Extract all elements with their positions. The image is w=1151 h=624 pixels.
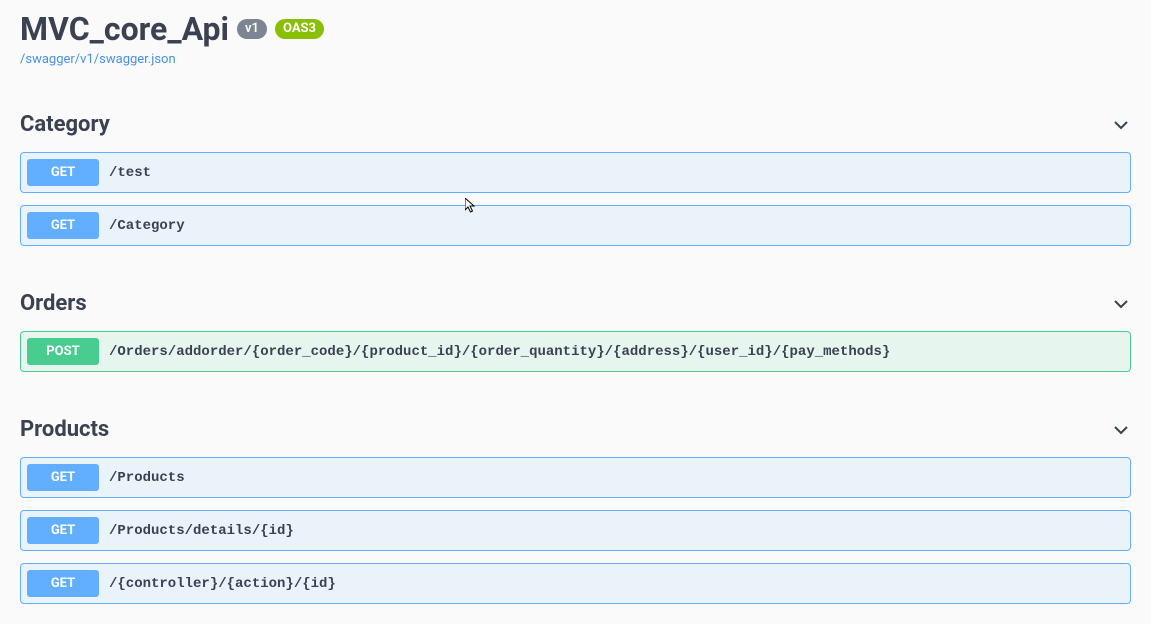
tag-header[interactable]: Products bbox=[20, 407, 1131, 452]
operation-block[interactable]: GET /Products bbox=[20, 457, 1131, 498]
http-method-badge: GET bbox=[27, 212, 99, 239]
title-row: MVC_core_Api v1 OAS3 bbox=[20, 10, 1131, 48]
operation-block[interactable]: GET /test bbox=[20, 152, 1131, 193]
tag-name: Orders bbox=[20, 291, 87, 316]
endpoint-path: /Orders/addorder/{order_code}/{product_i… bbox=[109, 344, 890, 360]
operation-block[interactable]: POST /Orders/addorder/{order_code}/{prod… bbox=[20, 331, 1131, 372]
chevron-down-icon bbox=[1111, 115, 1131, 135]
endpoint-path: /{controller}/{action}/{id} bbox=[109, 576, 336, 592]
tag-name: Category bbox=[20, 112, 110, 137]
tag-name: Products bbox=[20, 417, 109, 442]
version-badge: v1 bbox=[237, 19, 267, 39]
endpoint-path: /test bbox=[109, 165, 151, 181]
swagger-json-link[interactable]: /swagger/v1/swagger.json bbox=[20, 52, 176, 67]
operation-block[interactable]: GET /{controller}/{action}/{id} bbox=[20, 563, 1131, 604]
http-method-badge: POST bbox=[27, 338, 99, 365]
operation-block[interactable]: GET /Products/details/{id} bbox=[20, 510, 1131, 551]
tag-header[interactable]: Category bbox=[20, 102, 1131, 147]
tag-section: Products GET /Products GET /Products/det… bbox=[20, 407, 1131, 604]
tag-header[interactable]: Orders bbox=[20, 281, 1131, 326]
tag-section: Category GET /test GET /Category bbox=[20, 102, 1131, 246]
operations-list: POST /Orders/addorder/{order_code}/{prod… bbox=[20, 331, 1131, 372]
operations-list: GET /test GET /Category bbox=[20, 152, 1131, 246]
endpoint-path: /Category bbox=[109, 218, 185, 234]
operation-block[interactable]: GET /Category bbox=[20, 205, 1131, 246]
chevron-down-icon bbox=[1111, 420, 1131, 440]
operations-list: GET /Products GET /Products/details/{id}… bbox=[20, 457, 1131, 604]
http-method-badge: GET bbox=[27, 464, 99, 491]
http-method-badge: GET bbox=[27, 570, 99, 597]
http-method-badge: GET bbox=[27, 517, 99, 544]
tag-section: Orders POST /Orders/addorder/{order_code… bbox=[20, 281, 1131, 372]
chevron-down-icon bbox=[1111, 294, 1131, 314]
endpoint-path: /Products/details/{id} bbox=[109, 523, 294, 539]
api-title: MVC_core_Api bbox=[20, 10, 229, 48]
http-method-badge: GET bbox=[27, 159, 99, 186]
oas-badge: OAS3 bbox=[275, 19, 324, 39]
api-header: MVC_core_Api v1 OAS3 /swagger/v1/swagger… bbox=[20, 0, 1131, 67]
endpoint-path: /Products bbox=[109, 470, 185, 486]
